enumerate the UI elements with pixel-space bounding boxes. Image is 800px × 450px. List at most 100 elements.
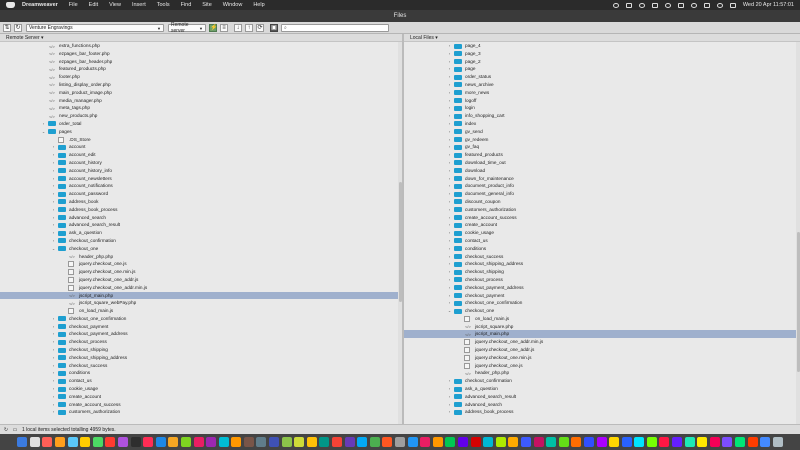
- dock-app-icon[interactable]: [495, 437, 506, 447]
- chevron-right-icon[interactable]: ›: [447, 89, 452, 97]
- folder-row[interactable]: › create_account: [0, 393, 402, 401]
- chevron-right-icon[interactable]: ›: [447, 182, 452, 190]
- folder-row[interactable]: › logoff: [404, 97, 800, 105]
- chevron-right-icon[interactable]: ›: [447, 120, 452, 128]
- dock-app-icon[interactable]: [571, 437, 582, 447]
- dock-app-icon[interactable]: [294, 437, 305, 447]
- chevron-right-icon[interactable]: ›: [447, 206, 452, 214]
- dock-app-icon[interactable]: [168, 437, 179, 447]
- file-row[interactable]: </> jscript_square.php: [404, 323, 800, 331]
- menu-site[interactable]: Site: [202, 2, 211, 8]
- file-row[interactable]: jquery.checkout_one.js: [404, 362, 800, 370]
- dock-app-icon[interactable]: [533, 437, 544, 447]
- chevron-right-icon[interactable]: ›: [51, 143, 56, 151]
- file-row[interactable]: jquery.checkout_one_addr.js: [0, 276, 402, 284]
- dock-app-icon[interactable]: [332, 437, 343, 447]
- chevron-right-icon[interactable]: ›: [51, 237, 56, 245]
- folder-row[interactable]: › advanced_search: [404, 401, 800, 409]
- chevron-right-icon[interactable]: ›: [447, 268, 452, 276]
- folder-row[interactable]: › page_3: [404, 50, 800, 58]
- chevron-right-icon[interactable]: ›: [447, 128, 452, 136]
- folder-row[interactable]: › download_time_out: [404, 159, 800, 167]
- folder-row[interactable]: › contact_us: [0, 377, 402, 385]
- file-row[interactable]: jquery.checkout_one_addr.min.js: [404, 338, 800, 346]
- menu-help[interactable]: Help: [253, 2, 264, 8]
- dock-app-icon[interactable]: [155, 437, 166, 447]
- dock-app-icon[interactable]: [747, 437, 758, 447]
- folder-row[interactable]: › gv_redeem: [404, 136, 800, 144]
- remote-pane-header[interactable]: Remote Server ▾: [0, 34, 402, 42]
- folder-row[interactable]: › document_product_info: [404, 182, 800, 190]
- file-row[interactable]: on_load_main.js: [0, 307, 402, 315]
- folder-row[interactable]: › contact_us: [404, 237, 800, 245]
- folder-row[interactable]: › address_book_process: [0, 206, 402, 214]
- chevron-right-icon[interactable]: ›: [447, 175, 452, 183]
- chevron-right-icon[interactable]: ›: [447, 42, 452, 50]
- dock-app-icon[interactable]: [231, 437, 242, 447]
- status-icon-6[interactable]: [677, 2, 684, 8]
- chevron-down-icon[interactable]: ⌄: [447, 307, 452, 315]
- chevron-right-icon[interactable]: ›: [447, 214, 452, 222]
- folder-row[interactable]: › create_account_success: [0, 401, 402, 409]
- dock-app-icon[interactable]: [432, 437, 443, 447]
- chevron-down-icon[interactable]: ⌄: [51, 245, 56, 253]
- chevron-right-icon[interactable]: ›: [51, 221, 56, 229]
- dock-app-icon[interactable]: [596, 437, 607, 447]
- dock-app-icon[interactable]: [269, 437, 280, 447]
- folder-row[interactable]: › checkout_payment_address: [404, 284, 800, 292]
- folder-row[interactable]: › customers_authorization: [0, 408, 402, 416]
- file-row[interactable]: jquery.checkout_one.min.js: [404, 354, 800, 362]
- folder-row[interactable]: › discount_coupon: [404, 198, 800, 206]
- folder-row[interactable]: ⌄ checkout_one: [404, 307, 800, 315]
- dock-app-icon[interactable]: [54, 437, 65, 447]
- dock-app-icon[interactable]: [697, 437, 708, 447]
- folder-row[interactable]: › checkout_payment_address: [0, 330, 402, 338]
- dock-app-icon[interactable]: [17, 437, 28, 447]
- folder-row[interactable]: › order_status: [404, 73, 800, 81]
- dock-app-icon[interactable]: [344, 437, 355, 447]
- folder-row[interactable]: › document_general_info: [404, 190, 800, 198]
- chevron-right-icon[interactable]: ›: [447, 81, 452, 89]
- get-files-icon[interactable]: ↓: [234, 23, 242, 32]
- chevron-right-icon[interactable]: ›: [51, 151, 56, 159]
- dock-app-icon[interactable]: [206, 437, 217, 447]
- dock-app-icon[interactable]: [420, 437, 431, 447]
- folder-row[interactable]: › gv_send: [404, 128, 800, 136]
- folder-row[interactable]: › checkout_payment: [404, 292, 800, 300]
- dock-app-icon[interactable]: [357, 437, 368, 447]
- folder-row[interactable]: › page_2: [404, 58, 800, 66]
- dock-app-icon[interactable]: [281, 437, 292, 447]
- file-row[interactable]: </> media_manager.php: [0, 97, 402, 105]
- chevron-right-icon[interactable]: ›: [447, 393, 452, 401]
- chevron-right-icon[interactable]: ›: [447, 136, 452, 144]
- chevron-right-icon[interactable]: ›: [447, 73, 452, 81]
- file-row[interactable]: </> footer.php: [0, 73, 402, 81]
- chevron-right-icon[interactable]: ›: [51, 408, 56, 416]
- chevron-right-icon[interactable]: ›: [51, 182, 56, 190]
- file-row[interactable]: </> ezpages_bar_header.php: [0, 58, 402, 66]
- dock-app-icon[interactable]: [672, 437, 683, 447]
- menu-edit[interactable]: Edit: [89, 2, 98, 8]
- folder-row[interactable]: › checkout_success: [404, 253, 800, 261]
- chevron-right-icon[interactable]: ›: [51, 354, 56, 362]
- chevron-right-icon[interactable]: ›: [51, 159, 56, 167]
- chevron-right-icon[interactable]: ›: [51, 206, 56, 214]
- folder-row[interactable]: › create_account: [404, 221, 800, 229]
- folder-row[interactable]: › cookie_usage: [0, 385, 402, 393]
- folder-row[interactable]: › order_total: [0, 120, 402, 128]
- chevron-right-icon[interactable]: ›: [51, 401, 56, 409]
- dock-app-icon[interactable]: [105, 437, 116, 447]
- folder-row[interactable]: › account_notifications: [0, 182, 402, 190]
- dock-app-icon[interactable]: [760, 437, 771, 447]
- dock-app-icon[interactable]: [621, 437, 632, 447]
- dock-app-icon[interactable]: [319, 437, 330, 447]
- dock-app-icon[interactable]: [256, 437, 267, 447]
- folder-row[interactable]: ⌄ checkout_one: [0, 245, 402, 253]
- status-icon-5[interactable]: [664, 2, 671, 8]
- chevron-right-icon[interactable]: ›: [447, 58, 452, 66]
- chevron-right-icon[interactable]: ›: [447, 284, 452, 292]
- file-row[interactable]: </> jscript_main.php: [404, 330, 800, 339]
- chevron-right-icon[interactable]: ›: [447, 229, 452, 237]
- folder-row[interactable]: › checkout_process: [404, 276, 800, 284]
- status-icon-2[interactable]: [625, 2, 632, 8]
